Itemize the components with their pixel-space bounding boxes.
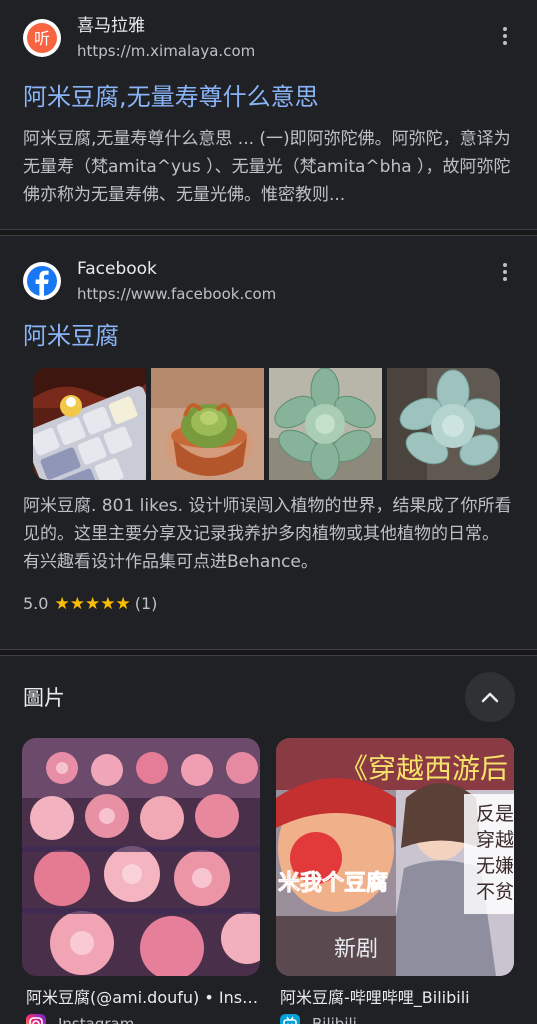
images-section-title: 圖片 bbox=[23, 686, 65, 710]
image-card-source: Instagram bbox=[22, 1014, 260, 1024]
site-header[interactable]: 听 喜马拉雅 https://m.ximalaya.com bbox=[23, 13, 514, 63]
image-cards: 阿米豆腐(@ami.doufu) • Inst... Instagram 《穿越… bbox=[0, 738, 537, 1024]
search-result-ximalaya: 听 喜马拉雅 https://m.ximalaya.com 阿米豆腐,无量寿尊什… bbox=[0, 0, 537, 229]
result-snippet: 阿米豆腐,无量寿尊什么意思 ... (一)即阿弥陀佛。阿弥陀，意译为无量寿（梵a… bbox=[23, 129, 511, 205]
thumb-left-text: 米我个豆腐 bbox=[278, 870, 388, 896]
result-snippet: 阿米豆腐. 801 likes. 设计师误闯入植物的世界，结果成了你所看见的。这… bbox=[23, 496, 512, 572]
image-thumbnail-succulent-trays[interactable] bbox=[22, 738, 260, 976]
star-icon: ★ bbox=[84, 593, 101, 614]
star-icon: ★ bbox=[115, 593, 131, 614]
collapse-button[interactable] bbox=[465, 672, 515, 722]
image-card-source: Bilibili bbox=[276, 1014, 514, 1024]
thumbnail-succulent-closeup[interactable] bbox=[387, 368, 500, 480]
images-header: 圖片 bbox=[0, 656, 537, 738]
thumb-banner-text: 《穿越西游后 bbox=[340, 752, 508, 785]
thumbnail-succulent-rosette[interactable] bbox=[269, 368, 382, 480]
star-icon: ★ bbox=[54, 593, 70, 614]
divider bbox=[0, 649, 537, 656]
image-card-title[interactable]: 阿米豆腐(@ami.doufu) • Inst... bbox=[22, 984, 260, 1008]
source-name: Instagram bbox=[58, 1015, 135, 1024]
result-title-link[interactable]: 阿米豆腐,无量寿尊什么意思 bbox=[23, 81, 514, 113]
search-result-facebook: Facebook https://www.facebook.com 阿米豆腐 阿… bbox=[0, 236, 537, 649]
site-header[interactable]: Facebook https://www.facebook.com bbox=[23, 256, 514, 306]
site-name: Facebook bbox=[77, 259, 157, 279]
thumb-side-text-2: 穿越 bbox=[476, 829, 514, 851]
instagram-icon bbox=[26, 1014, 46, 1024]
source-name: Bilibili bbox=[312, 1015, 357, 1024]
thumb-side-text-1: 反是 bbox=[476, 803, 514, 825]
more-options-icon[interactable] bbox=[495, 260, 515, 284]
more-options-icon[interactable] bbox=[495, 24, 515, 48]
ximalaya-logo-glyph: 听 bbox=[34, 29, 50, 48]
star-icon: ★ bbox=[100, 593, 116, 614]
image-thumbnail-bilibili-meme[interactable]: 《穿越西游后 反是 穿越 无嫌 不贫 米我个豆腐 新剧 bbox=[276, 738, 514, 976]
images-section: 圖片 阿米豆腐(@ami.doufu) • Inst... Instagram … bbox=[0, 656, 537, 1024]
star-icon: ★ bbox=[69, 593, 85, 614]
thumbnail-succulent-in-hand[interactable] bbox=[151, 368, 264, 480]
thumb-side-text-4: 不贫 bbox=[476, 881, 514, 903]
star-rating: ★ ★ ★ ★ ★ bbox=[54, 595, 130, 613]
rating-count: (1) bbox=[134, 594, 158, 613]
image-card[interactable]: 阿米豆腐(@ami.doufu) • Inst... Instagram bbox=[22, 738, 260, 1024]
bilibili-icon bbox=[280, 1014, 300, 1024]
image-card[interactable]: 《穿越西游后 反是 穿越 无嫌 不贫 米我个豆腐 新剧 阿米豆腐-哔哩哔哩_Bi… bbox=[276, 738, 514, 1024]
ximalaya-logo-icon: 听 bbox=[27, 23, 57, 53]
facebook-favicon bbox=[23, 262, 61, 300]
thumb-side-text-3: 无嫌 bbox=[476, 855, 514, 877]
rating-row: 5.0 ★ ★ ★ ★ ★ (1) bbox=[23, 594, 514, 613]
site-url: https://m.ximalaya.com bbox=[77, 42, 256, 60]
thumbnail-keyboard-keycaps[interactable] bbox=[33, 368, 146, 480]
facebook-logo-icon bbox=[27, 266, 57, 296]
site-url: https://www.facebook.com bbox=[77, 285, 277, 303]
rating-value: 5.0 bbox=[23, 594, 49, 613]
image-card-title[interactable]: 阿米豆腐-哔哩哔哩_Bilibili bbox=[276, 984, 514, 1008]
site-name: 喜马拉雅 bbox=[77, 16, 145, 36]
result-title-link[interactable]: 阿米豆腐 bbox=[23, 320, 514, 352]
ximalaya-favicon: 听 bbox=[23, 19, 61, 57]
divider bbox=[0, 229, 537, 236]
thumbnail-strip[interactable] bbox=[33, 368, 514, 480]
chevron-up-icon bbox=[481, 692, 499, 703]
thumb-bottom-text: 新剧 bbox=[334, 937, 378, 962]
